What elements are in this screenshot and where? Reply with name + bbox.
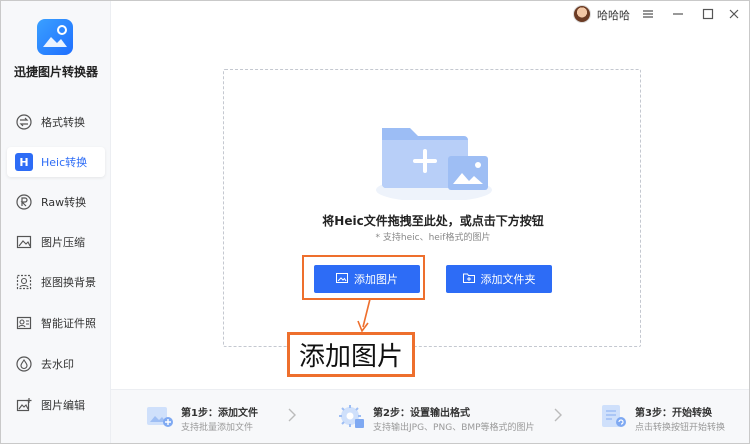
file-drop-zone[interactable]: 将Heic文件拖拽至此处，或点击下方按钮 * 支持heic、heif格式的图片 … [223, 69, 641, 347]
supported-formats-hint: * 支持heic、heif格式的图片 [375, 233, 491, 243]
maximize-icon[interactable] [699, 5, 717, 23]
avatar[interactable] [573, 5, 591, 23]
sidebar-item-image-edit[interactable]: 图片编辑 [7, 390, 105, 420]
close-icon[interactable] [725, 5, 743, 23]
callout-label: 添加图片 [287, 332, 415, 377]
username[interactable]: 哈哈哈 [597, 7, 630, 23]
add-file-step-icon [145, 402, 173, 430]
sidebar-item-label: 智能证件照 [41, 317, 96, 330]
sidebar-item-label: 抠图换背景 [41, 276, 96, 289]
add-image-highlight [302, 255, 425, 300]
watermark-drop-icon [15, 355, 33, 373]
folder-add-image-icon [374, 110, 494, 202]
sidebar-item-label: 去水印 [41, 358, 74, 371]
heic-h-icon: H [15, 153, 33, 171]
step-title: 第3步：开始转换 [635, 408, 712, 419]
id-photo-icon [15, 314, 33, 332]
app-logo [37, 19, 73, 55]
menu-icon[interactable] [639, 5, 657, 23]
callout-arrow [357, 298, 371, 333]
sidebar: 迅捷图片转换器 格式转换 H Heic转换 Raw转换 图片压缩 抠图换背景 智… [1, 1, 111, 443]
sidebar-item-label: 格式转换 [41, 116, 85, 129]
minimize-icon[interactable] [669, 5, 687, 23]
app-title: 迅捷图片转换器 [13, 65, 98, 79]
app-window: 迅捷图片转换器 格式转换 H Heic转换 Raw转换 图片压缩 抠图换背景 智… [0, 0, 750, 444]
start-convert-step-icon [599, 402, 627, 430]
title-bar: 哈哈哈 [111, 1, 749, 27]
sidebar-item-remove-watermark[interactable]: 去水印 [7, 349, 105, 379]
chevron-right-icon [288, 408, 296, 422]
step-desc: 支持输出JPG、PNG、BMP等格式的图片 [373, 423, 535, 433]
swap-arrows-icon [15, 113, 33, 131]
sidebar-item-label: 图片压缩 [41, 236, 85, 249]
add-folder-button[interactable]: 添加文件夹 [446, 265, 552, 293]
sidebar-item-id-photo[interactable]: 智能证件照 [7, 308, 105, 338]
sidebar-item-heic-convert[interactable]: H Heic转换 [7, 147, 105, 177]
sidebar-item-label: Raw转换 [41, 196, 87, 209]
steps-bar: 第1步：添加文件 支持批量添加文件 第2步：设置输出格式 支持输出JPG、PNG… [111, 389, 749, 443]
add-folder-label: 添加文件夹 [480, 273, 536, 286]
image-edit-icon [15, 396, 33, 414]
gear-settings-icon [337, 402, 365, 430]
drop-instruction: 将Heic文件拖拽至此处，或点击下方按钮 [322, 214, 544, 228]
step-title: 第1步：添加文件 [181, 408, 258, 419]
sidebar-item-label: 图片编辑 [41, 399, 85, 412]
sidebar-item-raw-convert[interactable]: Raw转换 [7, 187, 105, 217]
sidebar-item-label: Heic转换 [41, 156, 88, 169]
step-title: 第2步：设置输出格式 [373, 408, 470, 419]
step-desc: 点击转换按钮开始转换 [635, 423, 726, 433]
folder-plus-icon [462, 272, 475, 287]
cutout-icon [15, 273, 33, 291]
chevron-right-icon [554, 408, 562, 422]
raw-r-icon [15, 193, 33, 211]
step-desc: 支持批量添加文件 [181, 423, 254, 433]
sidebar-item-cutout-background[interactable]: 抠图换背景 [7, 267, 105, 297]
sidebar-item-image-compress[interactable]: 图片压缩 [7, 227, 105, 257]
image-compress-icon [15, 233, 33, 251]
sidebar-item-format-convert[interactable]: 格式转换 [7, 107, 105, 137]
